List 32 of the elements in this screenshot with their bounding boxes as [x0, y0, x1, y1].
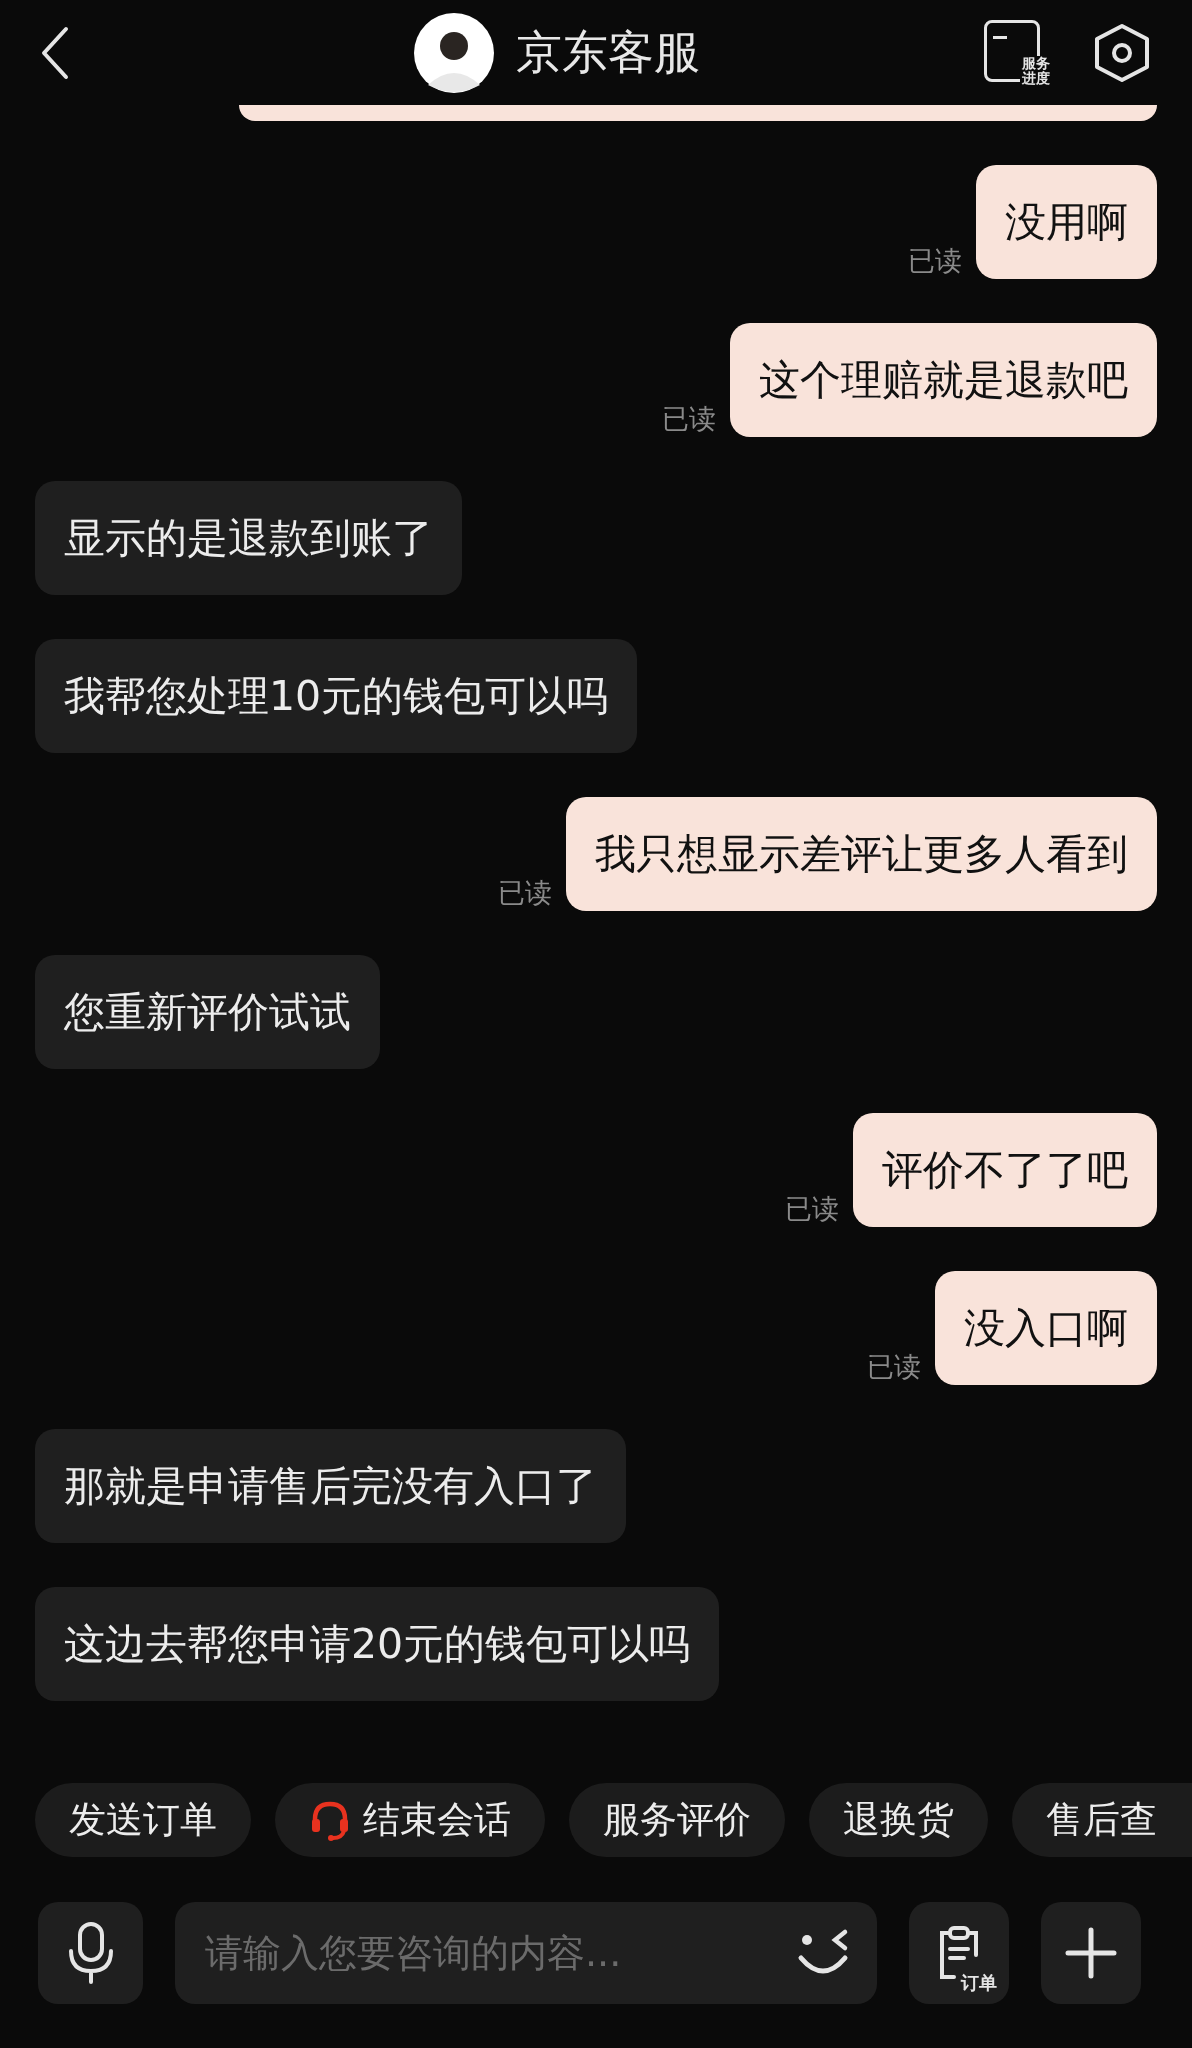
- settings-button[interactable]: [1092, 22, 1152, 83]
- headset-icon: [309, 1799, 351, 1841]
- message-bubble: 我只想显示差评让更多人看到: [566, 797, 1157, 911]
- message-bubble: 没入口啊: [935, 1271, 1157, 1385]
- order-label: 订单: [961, 1974, 997, 1992]
- message-bubble: 我帮您处理10元的钱包可以吗: [35, 639, 638, 753]
- read-receipt: 已读: [908, 243, 962, 278]
- message-bubble: 您重新评价试试: [35, 955, 380, 1069]
- message-bubble: 没用啊: [976, 165, 1157, 279]
- read-receipt: 已读: [662, 401, 716, 436]
- read-receipt: 已读: [498, 875, 552, 910]
- settings-icon: [1094, 22, 1150, 83]
- plus-icon: [1065, 1927, 1117, 1979]
- quick-action-chip[interactable]: 结束会话: [275, 1783, 545, 1857]
- quick-action-chip[interactable]: 发送订单: [35, 1783, 251, 1857]
- read-receipt: 已读: [785, 1191, 839, 1226]
- quick-action-chip[interactable]: 服务评价: [569, 1783, 785, 1857]
- chat-title: 京东客服: [516, 24, 700, 81]
- service-progress-label: 服务 进度: [1020, 55, 1052, 86]
- message-bubble: 这个理赔就是退款吧: [730, 323, 1157, 437]
- message-bubble: 这边去帮您申请20元的钱包可以吗: [35, 1587, 720, 1701]
- read-receipt: 已读: [867, 1349, 921, 1384]
- back-icon: [40, 25, 70, 80]
- quick-action-chip[interactable]: 退换货: [809, 1783, 988, 1857]
- message-bubble: 显示的是退款到账了: [35, 481, 462, 595]
- add-button[interactable]: [1041, 1902, 1141, 2004]
- order-button[interactable]: 订单: [909, 1902, 1009, 2004]
- quick-action-chip[interactable]: 售后查: [1012, 1783, 1192, 1857]
- message-bubble: 评价不了了吧: [853, 1113, 1157, 1227]
- message-bubble: 那就是申请售后完没有入口了: [35, 1429, 626, 1543]
- message-input[interactable]: 请输入您要咨询的内容...: [175, 1902, 877, 2004]
- voice-button[interactable]: [38, 1902, 143, 2004]
